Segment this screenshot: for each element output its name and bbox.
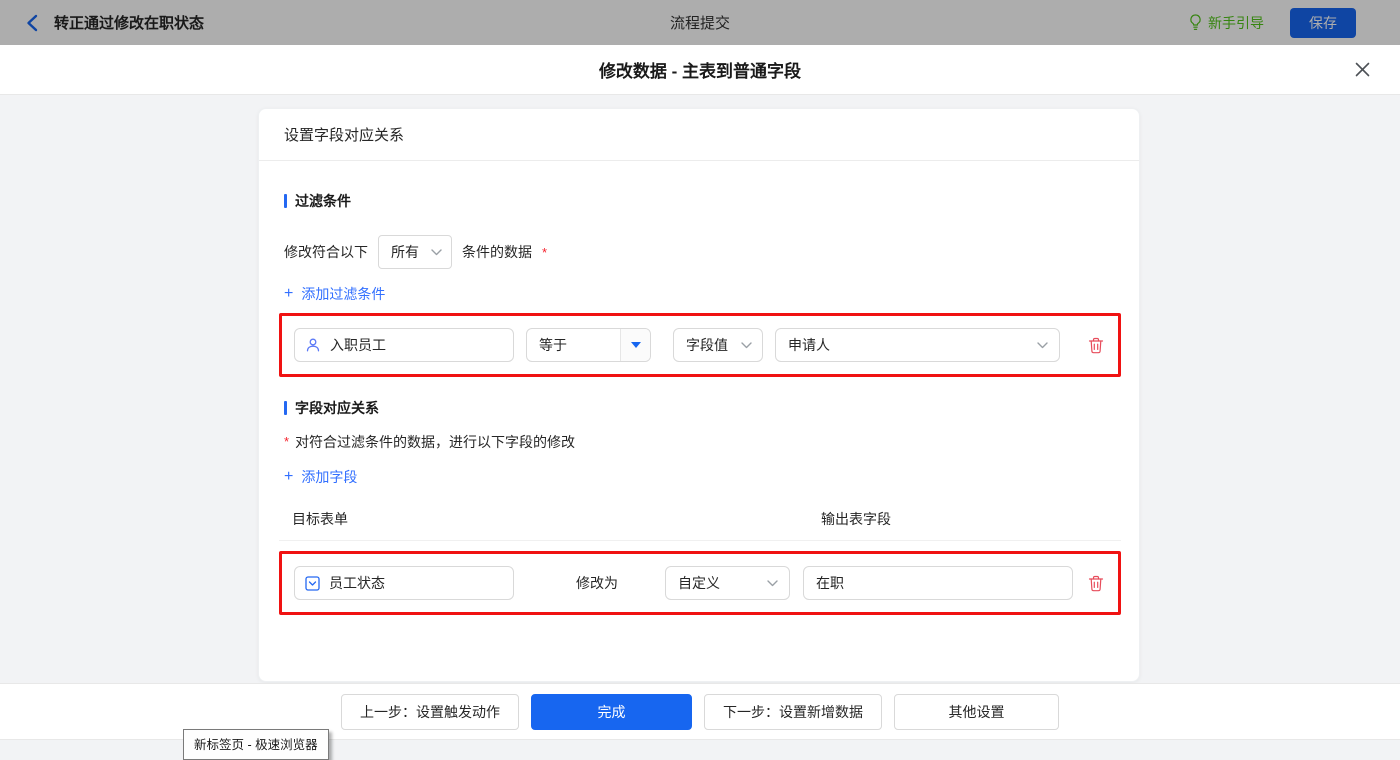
- add-filter-link[interactable]: + 添加过滤条件: [284, 284, 385, 304]
- browser-tab-tooltip: 新标签页 - 极速浏览器: [183, 729, 329, 760]
- chevron-down-icon: [741, 341, 752, 348]
- caret-down-icon: [630, 342, 641, 348]
- filter-value-select[interactable]: 申请人: [775, 328, 1060, 362]
- mapping-section-title: 字段对应关系: [284, 398, 1114, 418]
- operator-select[interactable]: 等于: [526, 328, 651, 362]
- chevron-down-icon: [431, 248, 442, 255]
- chevron-down-icon: [767, 579, 778, 586]
- output-value: 在职: [816, 575, 844, 591]
- target-field-value: 员工状态: [329, 575, 385, 591]
- add-field-link[interactable]: + 添加字段: [284, 467, 357, 487]
- filter-value: 申请人: [788, 337, 830, 353]
- modify-to-label: 修改为: [576, 575, 618, 591]
- match-mode-value: 所有: [391, 244, 419, 260]
- filter-section-title: 过滤条件: [284, 191, 1114, 211]
- filter-field-value: 入职员工: [330, 337, 386, 353]
- filter-condition-line: 修改符合以下 所有 条件的数据 *: [284, 235, 1114, 269]
- column-target-form: 目标表单: [292, 511, 348, 527]
- output-value-input[interactable]: 在职: [803, 566, 1073, 600]
- modify-mode-select[interactable]: 自定义: [665, 566, 790, 600]
- close-button[interactable]: [1355, 62, 1370, 77]
- mapping-row-highlight: 员工状态 修改为 自定义 在职: [279, 551, 1121, 615]
- add-filter-label: 添加过滤条件: [301, 286, 386, 302]
- plus-icon: +: [284, 468, 294, 485]
- modal-backdrop: [0, 0, 1400, 45]
- dropdown-field-icon: [305, 575, 320, 591]
- add-field-label: 添加字段: [301, 469, 358, 485]
- modify-mode-value: 自定义: [678, 575, 720, 591]
- user-icon: [306, 338, 320, 352]
- target-field-input[interactable]: 员工状态: [294, 566, 514, 600]
- required-mark: *: [542, 244, 548, 260]
- delete-filter-button[interactable]: [1086, 335, 1106, 356]
- filter-field-input[interactable]: 入职员工: [294, 328, 514, 362]
- delete-mapping-button[interactable]: [1086, 573, 1106, 594]
- operator-value: 等于: [539, 337, 567, 353]
- plus-icon: +: [284, 285, 294, 302]
- prev-step-button[interactable]: 上一步：设置触发动作: [341, 693, 519, 730]
- app-topbar: 转正通过修改在职状态 流程提交 新手引导 保存: [0, 0, 1400, 45]
- modify-data-modal: 修改数据 - 主表到普通字段 设置字段对应关系 过滤条件 修改符合以下 所有 条…: [0, 45, 1400, 755]
- modal-title: 修改数据 - 主表到普通字段: [598, 62, 802, 81]
- next-step-button[interactable]: 下一步：设置新增数据: [704, 693, 882, 730]
- value-type-value: 字段值: [686, 337, 728, 353]
- value-type-select[interactable]: 字段值: [673, 328, 763, 362]
- mapping-description-text: 对符合过滤条件的数据，进行以下字段的修改: [295, 434, 576, 450]
- close-icon: [1355, 62, 1370, 77]
- filter-section-label: 过滤条件: [295, 193, 351, 209]
- filter-row-highlight: 入职员工 等于 字段值 申请人: [279, 313, 1121, 377]
- condition-suffix-text: 条件的数据: [462, 244, 532, 260]
- operator-caret-button[interactable]: [620, 329, 650, 361]
- modal-header: 修改数据 - 主表到普通字段: [0, 45, 1400, 95]
- chevron-down-icon: [1037, 341, 1048, 348]
- required-mark: *: [284, 434, 290, 449]
- other-settings-button[interactable]: 其他设置: [894, 693, 1059, 730]
- match-mode-select[interactable]: 所有: [378, 235, 452, 269]
- done-button[interactable]: 完成: [531, 693, 692, 730]
- mapping-description-line: * 对符合过滤条件的数据，进行以下字段的修改: [284, 432, 1114, 452]
- trash-icon: [1088, 337, 1104, 353]
- condition-prefix-text: 修改符合以下: [284, 244, 368, 260]
- mapping-section-label: 字段对应关系: [295, 400, 379, 416]
- modal-body: 设置字段对应关系 过滤条件 修改符合以下 所有 条件的数据 * + 添加过滤条件: [0, 95, 1400, 755]
- field-mapping-card: 设置字段对应关系 过滤条件 修改符合以下 所有 条件的数据 * + 添加过滤条件: [258, 108, 1140, 682]
- section-bar-icon: [284, 194, 287, 208]
- card-title: 设置字段对应关系: [259, 109, 1139, 161]
- trash-icon: [1088, 575, 1104, 591]
- section-bar-icon: [284, 401, 287, 415]
- column-output-field: 输出表字段: [821, 511, 891, 527]
- mapping-column-headers: 目标表单 输出表字段: [279, 509, 1121, 541]
